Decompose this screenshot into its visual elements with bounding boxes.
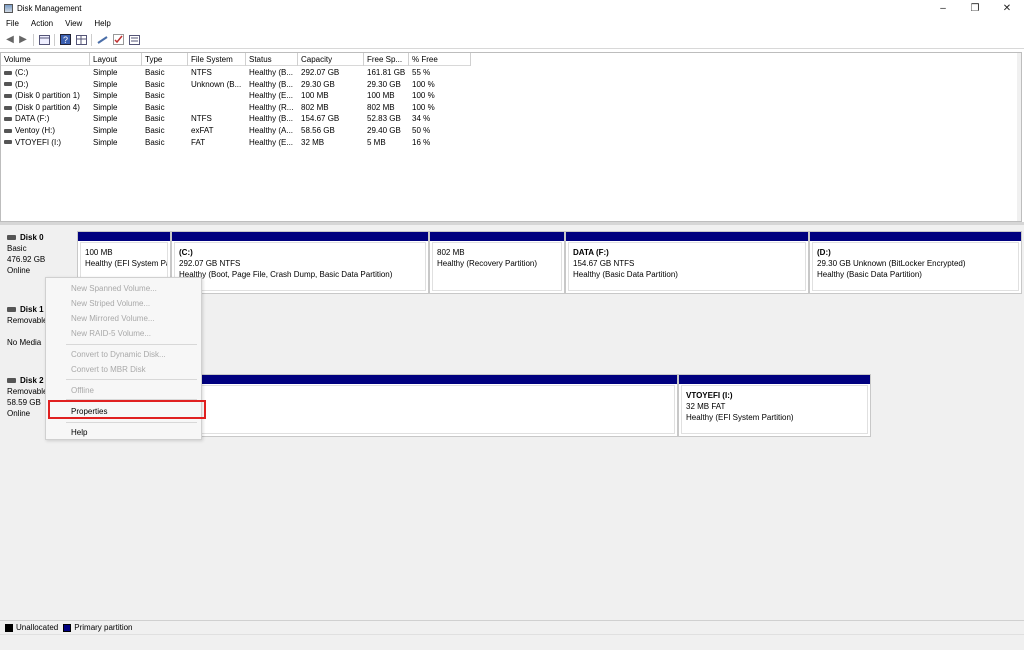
legend-bar: Unallocated Primary partition <box>0 620 1024 634</box>
menu-action[interactable]: Action <box>25 19 59 28</box>
menu-item-new-striped-volume[interactable]: New Striped Volume... <box>71 298 150 309</box>
menu-separator <box>66 422 197 423</box>
column-header-volume[interactable]: Volume <box>1 53 90 66</box>
disk-context-menu: New Spanned Volume... New Striped Volume… <box>45 277 206 440</box>
table-row[interactable]: DATA (F:) Simple Basic NTFS Healthy (B..… <box>1 113 471 125</box>
volume-icon <box>4 70 12 75</box>
menu-help[interactable]: Help <box>88 19 116 28</box>
volume-list: Volume Layout Type File System Status Ca… <box>0 52 1022 222</box>
menu-view[interactable]: View <box>59 19 88 28</box>
primary-partition-bar <box>566 232 808 241</box>
column-header-free-space[interactable]: Free Sp... <box>364 53 409 66</box>
legend-label-primary: Primary partition <box>74 623 133 632</box>
primary-partition-bar <box>679 375 870 384</box>
volume-list-header: Volume Layout Type File System Status Ca… <box>1 53 471 66</box>
column-header-type[interactable]: Type <box>142 53 188 66</box>
disk-status: Online <box>7 266 31 275</box>
status-bar <box>0 634 1024 650</box>
list-view-icon[interactable] <box>128 34 140 46</box>
disk-icon <box>7 235 16 240</box>
table-row[interactable]: (C:) Simple Basic NTFS Healthy (B... 292… <box>1 67 471 79</box>
title-bar: Disk Management – ❐ ✕ <box>0 0 1024 16</box>
toolbar-separator <box>91 33 92 46</box>
volume-icon <box>4 82 12 87</box>
table-row[interactable]: (Disk 0 partition 1) Simple Basic Health… <box>1 90 471 102</box>
primary-partition-bar <box>78 232 170 241</box>
disk-name: Disk 1 <box>20 305 44 314</box>
check-icon[interactable] <box>112 34 124 46</box>
volume-list-scrollbar[interactable] <box>1017 53 1021 221</box>
menu-item-new-spanned-volume[interactable]: New Spanned Volume... <box>71 283 157 294</box>
connect-icon[interactable] <box>96 34 108 46</box>
help-icon[interactable]: ? <box>59 34 71 46</box>
volume-icon <box>4 128 12 133</box>
menu-bar: File Action View Help <box>0 16 1024 31</box>
maximize-button[interactable]: ❐ <box>960 0 990 16</box>
partition-c[interactable]: (C:) 292.07 GB NTFS Healthy (Boot, Page … <box>171 231 429 294</box>
table-row[interactable]: VTOYEFI (I:) Simple Basic FAT Healthy (E… <box>1 137 471 149</box>
volume-list-rows: (C:) Simple Basic NTFS Healthy (B... 292… <box>1 67 471 148</box>
volume-icon <box>4 94 12 99</box>
menu-item-convert-dynamic[interactable]: Convert to Dynamic Disk... <box>71 349 166 360</box>
menu-item-new-mirrored-volume[interactable]: New Mirrored Volume... <box>71 313 155 324</box>
close-button[interactable]: ✕ <box>992 0 1022 16</box>
menu-separator <box>66 379 197 380</box>
primary-partition-bar <box>810 232 1021 241</box>
disk-icon <box>7 307 16 312</box>
disk-management-app-icon <box>4 3 13 13</box>
disk-size: 476.92 GB <box>7 255 46 264</box>
disk-icon <box>7 378 16 383</box>
toolbar-separator <box>54 33 55 46</box>
volume-icon <box>4 117 12 122</box>
properties-highlight-box <box>48 400 206 419</box>
legend-swatch-unallocated <box>5 623 13 632</box>
console-tree-icon[interactable] <box>38 34 50 46</box>
disk-name: Disk 2 <box>20 376 44 385</box>
column-header-status[interactable]: Status <box>246 53 298 66</box>
svg-text:?: ? <box>63 35 68 45</box>
legend-swatch-primary <box>63 623 72 632</box>
menu-item-offline[interactable]: Offline <box>71 385 94 396</box>
toolbar-separator <box>33 33 34 46</box>
partition-recovery[interactable]: 802 MB Healthy (Recovery Partition) <box>429 231 565 294</box>
column-header-layout[interactable]: Layout <box>90 53 142 66</box>
disk-type: Basic <box>7 244 27 253</box>
column-header-file-system[interactable]: File System <box>188 53 246 66</box>
primary-partition-bar <box>430 232 564 241</box>
volume-icon <box>4 140 12 145</box>
table-row[interactable]: (Disk 0 partition 4) Simple Basic Health… <box>1 102 471 114</box>
toolbar: ◀ ▶ ? <box>0 31 1024 49</box>
minimize-button[interactable]: – <box>928 0 958 16</box>
menu-item-new-raid5-volume[interactable]: New RAID-5 Volume... <box>71 328 151 339</box>
table-row[interactable]: (D:) Simple Basic Unknown (B... Healthy … <box>1 79 471 91</box>
legend-label-unallocated: Unallocated <box>16 623 59 632</box>
menu-item-help[interactable]: Help <box>71 427 87 438</box>
disk-name: Disk 0 <box>20 233 44 242</box>
window-title: Disk Management <box>17 3 82 13</box>
volume-icon <box>4 105 12 110</box>
table-row[interactable]: Ventoy (H:) Simple Basic exFAT Healthy (… <box>1 125 471 137</box>
partition-d[interactable]: (D:) 29.30 GB Unknown (BitLocker Encrypt… <box>809 231 1022 294</box>
column-header-capacity[interactable]: Capacity <box>298 53 364 66</box>
column-header-percent-free[interactable]: % Free <box>409 53 471 66</box>
back-arrow-icon[interactable]: ◀ <box>4 34 16 46</box>
primary-partition-bar <box>172 232 428 241</box>
forward-arrow-icon[interactable]: ▶ <box>17 34 29 46</box>
partition-vtoyefi[interactable]: VTOYEFI (I:) 32 MB FAT Healthy (EFI Syst… <box>678 374 871 437</box>
partition-data-f[interactable]: DATA (F:) 154.67 GB NTFS Healthy (Basic … <box>565 231 809 294</box>
properties-grid-icon[interactable] <box>75 34 87 46</box>
menu-separator <box>66 344 197 345</box>
menu-file[interactable]: File <box>0 19 25 28</box>
menu-item-convert-mbr[interactable]: Convert to MBR Disk <box>71 364 146 375</box>
